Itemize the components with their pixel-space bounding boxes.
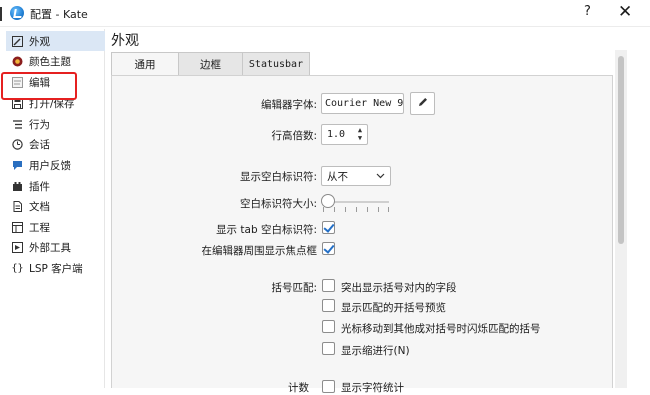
sidebar-item-label: 颜色主题 [29, 55, 71, 68]
sidebar-item-plugin[interactable]: 插件 [6, 176, 105, 196]
show-indent-lines-label: 显示缩进行(N) [341, 345, 410, 357]
pencil-icon [417, 96, 429, 111]
whitespace-indicator-select[interactable]: 从不 [321, 166, 391, 186]
chevron-down-icon [376, 171, 385, 183]
focus-frame-checkbox[interactable] [322, 242, 335, 255]
bracket-preview-label: 显示匹配的开括号预览 [341, 302, 446, 314]
external-tools-icon [12, 241, 23, 253]
bracket-matching-label: 括号匹配: [271, 282, 317, 294]
chevron-down-icon[interactable]: ▼ [355, 134, 365, 142]
document-icon [12, 200, 23, 212]
sidebar-item-label: 插件 [29, 180, 50, 193]
help-button[interactable]: ? [584, 4, 591, 19]
sidebar-item-behavior[interactable]: 行为 [6, 114, 105, 134]
appearance-icon [12, 35, 23, 47]
project-icon [12, 221, 23, 233]
whitespace-size-label: 空白标识符大小: [239, 198, 317, 210]
sidebar-item-label: 用户反馈 [29, 159, 71, 172]
sidebar-item-label: 外部工具 [29, 241, 71, 254]
window-edge [0, 7, 3, 21]
sidebar-item-lsp[interactable]: {} LSP 客户端 [6, 258, 105, 278]
edit-font-button[interactable] [410, 92, 435, 115]
partial-row-checkbox[interactable] [322, 380, 335, 393]
focus-frame-label: 在编辑器周围显示焦点框 [201, 245, 318, 257]
sidebar-item-session[interactable]: 会话 [6, 134, 105, 154]
sidebar-item-label: 文档 [29, 200, 50, 213]
vertical-scrollbar[interactable] [615, 50, 627, 388]
window-title: 配置 - Kate [30, 8, 88, 21]
sidebar-item-label: LSP 客户端 [29, 262, 83, 275]
color-theme-icon [12, 56, 23, 67]
sidebar-item-external-tools[interactable]: 外部工具 [6, 237, 105, 257]
chevron-up-icon[interactable]: ▲ [355, 126, 365, 134]
line-height-spinbox[interactable]: 1.0 ▲ ▼ [321, 124, 368, 145]
slider-ticks [323, 207, 389, 212]
close-button[interactable]: ✕ [618, 2, 632, 22]
show-tab-indicator-label: 显示 tab 空白标识符: [216, 224, 317, 236]
general-tab-panel [111, 75, 613, 388]
title-bar: 配置 - Kate ? ✕ [0, 0, 650, 27]
highlight-bracket-range-checkbox[interactable] [322, 279, 335, 292]
edit-highlight-box [1, 72, 77, 100]
sidebar-item-label: 会话 [29, 138, 50, 151]
feedback-icon [12, 160, 23, 171]
whitespace-indicator-value: 从不 [327, 170, 348, 183]
whitespace-indicator-label: 显示空白标识符: [239, 171, 317, 183]
show-indent-lines-checkbox[interactable] [322, 342, 335, 355]
scrollbar-thumb[interactable] [618, 56, 624, 244]
lsp-icon: {} [11, 262, 24, 274]
sidebar-item-document[interactable]: 文档 [6, 196, 105, 216]
show-tab-indicator-checkbox[interactable] [322, 221, 335, 234]
editor-font-label: 编辑器字体: [260, 99, 317, 111]
whitespace-size-slider-handle[interactable] [321, 194, 335, 208]
highlight-bracket-range-label: 突出显示括号对内的字段 [341, 282, 457, 294]
sidebar-item-appearance[interactable]: 外观 [6, 31, 105, 51]
behavior-icon [12, 119, 23, 130]
sidebar-item-label: 工程 [29, 221, 50, 234]
tab-general[interactable]: 通用 [111, 52, 179, 76]
tab-statusbar[interactable]: Statusbar [242, 52, 310, 76]
spin-arrows[interactable]: ▲ ▼ [355, 126, 365, 143]
flash-matching-bracket-checkbox[interactable] [322, 320, 335, 333]
sidebar-item-feedback[interactable]: 用户反馈 [6, 155, 105, 175]
tab-border[interactable]: 边框 [178, 52, 243, 76]
session-icon [12, 138, 23, 150]
line-height-value: 1.0 [327, 129, 346, 140]
plugin-icon [12, 181, 23, 192]
flash-matching-bracket-label: 光标移动到其他成对括号时闪烁匹配的括号 [341, 323, 541, 335]
sidebar-item-project[interactable]: 工程 [6, 217, 105, 237]
editor-font-field[interactable]: Courier New 9 [321, 93, 404, 114]
kate-app-icon [10, 6, 24, 20]
bracket-preview-checkbox[interactable] [322, 299, 335, 312]
sidebar-item-label: 外观 [29, 35, 50, 48]
sidebar-item-label: 行为 [29, 118, 50, 131]
page-title: 外观 [111, 33, 139, 49]
line-height-label: 行高倍数: [271, 130, 317, 142]
sidebar-item-color-theme[interactable]: 颜色主题 [6, 51, 105, 71]
